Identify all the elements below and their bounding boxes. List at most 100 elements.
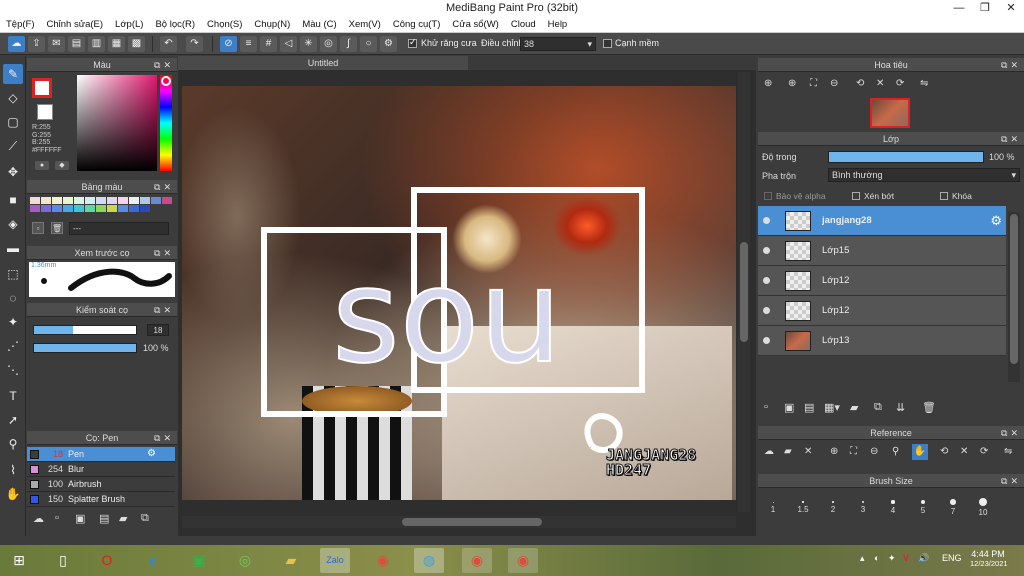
menu-window[interactable]: Cửa sổ(W) — [446, 17, 504, 32]
rotate-left-icon[interactable]: ⟲ — [940, 446, 948, 457]
palette-swatch[interactable] — [85, 197, 95, 204]
menu-tools[interactable]: Công cụ(T) — [387, 17, 447, 32]
panel-controls-icon[interactable]: ⧉✕ — [154, 246, 174, 260]
smooth-checkbox[interactable] — [603, 39, 612, 48]
gear-icon[interactable]: ⚙ — [990, 213, 1002, 229]
eyedropper-icon[interactable]: ⚲ — [892, 446, 899, 457]
dropper-tool-icon[interactable]: ⌇ — [3, 460, 23, 480]
foreground-color-swatch[interactable] — [32, 78, 52, 98]
panel-controls-icon[interactable]: ⧉✕ — [154, 58, 174, 72]
palette-swatches[interactable] — [30, 197, 175, 213]
brush-list-item[interactable]: 150 Splatter Brush — [27, 492, 175, 507]
vanish-snap-icon[interactable]: ◁ — [280, 36, 297, 52]
panel-controls-icon[interactable]: ⧉✕ — [154, 303, 174, 317]
menu-color[interactable]: Màu (C) — [296, 17, 342, 32]
vertical-scrollbar[interactable] — [738, 72, 750, 512]
document-icon[interactable]: ▥ — [88, 36, 105, 52]
tray-network-icon[interactable]: ✦ — [888, 553, 896, 564]
document-tab[interactable]: Untitled — [178, 56, 468, 70]
new-palette-icon[interactable]: ▫ — [32, 222, 44, 234]
antialias-checkbox[interactable] — [408, 37, 417, 48]
brush-size-option[interactable]: 2 — [818, 494, 848, 514]
menu-cloud[interactable]: Cloud — [505, 17, 542, 32]
duplicate-brush-icon[interactable]: ⧉ — [141, 512, 149, 525]
menu-edit[interactable]: Chỉnh sửa(E) — [41, 17, 110, 32]
zoom-out-icon[interactable]: ⊖ — [870, 446, 878, 457]
comment-icon[interactable]: ✉ — [48, 36, 65, 52]
text-tool-icon[interactable]: T — [3, 386, 23, 406]
panel-controls-icon[interactable]: ⧉✕ — [1001, 58, 1021, 72]
fill-rect-tool-icon[interactable]: ■ — [3, 190, 23, 210]
clipping-checkbox[interactable] — [852, 192, 860, 200]
palette-swatch[interactable] — [74, 197, 84, 204]
zoom-fit-icon[interactable]: ⊕ — [764, 78, 772, 89]
palette-swatch[interactable] — [30, 197, 40, 204]
medibang-icon[interactable]: ◍ — [414, 548, 444, 573]
close-reference-icon[interactable]: ✕ — [804, 446, 812, 457]
panel-controls-icon[interactable]: ⧉✕ — [1001, 426, 1021, 440]
palette-swatch[interactable] — [52, 197, 62, 204]
saturation-picker[interactable] — [77, 75, 157, 171]
palette-swatch[interactable] — [129, 197, 139, 204]
palette-swatch[interactable] — [118, 205, 128, 212]
blend-mode-select[interactable]: Bình thường ▾ — [828, 168, 1020, 182]
menu-view[interactable]: Xem(V) — [343, 17, 387, 32]
brush-size-option[interactable]: 1.5 — [788, 494, 818, 514]
opera-icon[interactable]: O — [92, 548, 122, 573]
lasso-tool-icon[interactable]: ◌ — [3, 288, 23, 308]
palette-swatch[interactable] — [52, 205, 62, 212]
brush-size-slider[interactable] — [33, 325, 137, 335]
hand-icon[interactable]: ✋ — [912, 444, 928, 460]
radial-snap-icon[interactable]: ✳ — [300, 36, 317, 52]
cloud-brush-icon[interactable]: ☁ — [33, 512, 44, 525]
palette-swatch[interactable] — [129, 205, 139, 212]
reset-view-icon[interactable]: ✕ — [876, 78, 884, 89]
chrome-icon[interactable]: ◉ — [368, 548, 398, 573]
visibility-eye-icon[interactable] — [763, 337, 770, 344]
protect-alpha-checkbox[interactable] — [764, 192, 772, 200]
panel-controls-icon[interactable]: ⧉✕ — [1001, 474, 1021, 488]
new-layer-icon[interactable]: ▫ — [764, 401, 768, 413]
horizontal-scroll-thumb[interactable] — [402, 518, 542, 526]
zoom-in-icon[interactable]: ⊕ — [788, 78, 796, 89]
file-icon[interactable]: ▯ — [48, 548, 78, 573]
menu-capture[interactable]: Chụp(N) — [248, 17, 296, 32]
chrome-profile-icon[interactable]: ◉ — [462, 548, 492, 573]
app-icon[interactable]: ◎ — [230, 548, 260, 573]
layer-row[interactable]: Lớp12 — [758, 266, 1006, 296]
delete-layer-icon[interactable]: 🗑 — [922, 401, 936, 414]
panel-controls-icon[interactable]: ⧉✕ — [154, 431, 174, 445]
settings-icon[interactable]: ⚙ — [380, 36, 397, 52]
gear-icon[interactable]: ⚙ — [147, 448, 156, 459]
brush-size-option[interactable]: 1 — [758, 494, 788, 514]
zoom-in-icon[interactable]: ⊕ — [830, 446, 838, 457]
folder-icon[interactable]: ▰ — [119, 512, 127, 525]
menu-help[interactable]: Help — [542, 17, 574, 32]
palette-swatch[interactable] — [140, 197, 150, 204]
visibility-eye-icon[interactable] — [763, 307, 770, 314]
magic-wand-tool-icon[interactable]: ✦ — [3, 312, 23, 332]
visibility-eye-icon[interactable] — [763, 247, 770, 254]
hue-handle[interactable] — [161, 76, 171, 86]
visibility-eye-icon[interactable] — [763, 217, 770, 224]
tray-overflow-icon[interactable]: ▴ — [860, 553, 865, 564]
rotate-right-icon[interactable]: ⟳ — [980, 446, 988, 457]
menu-file[interactable]: Tệp(F) — [0, 17, 41, 32]
tray-app-icon[interactable]: ◐ — [874, 553, 879, 563]
rotate-left-icon[interactable]: ⟲ — [856, 78, 864, 89]
select-pen-tool-icon[interactable]: ⋰ — [3, 336, 23, 356]
circle-snap-icon[interactable]: ◎ — [320, 36, 337, 52]
fit-window-icon[interactable]: ⛶ — [810, 78, 817, 89]
reset-view-icon[interactable]: ✕ — [960, 446, 968, 457]
horizontal-scrollbar[interactable] — [182, 516, 736, 528]
cross-snap-icon[interactable]: # — [260, 36, 277, 52]
delete-palette-icon[interactable]: 🗑 — [51, 222, 63, 234]
zalo-icon[interactable]: Zalo — [320, 548, 350, 573]
file-explorer-icon[interactable]: ▰ — [276, 548, 306, 573]
navigator-thumbnail[interactable] — [870, 98, 910, 128]
snap-off-icon[interactable]: ⊘ — [220, 36, 237, 52]
reset-color-icon[interactable]: ◆ — [55, 161, 69, 170]
menu-select[interactable]: Chọn(S) — [201, 17, 248, 32]
new-raster-icon[interactable]: ▣ — [784, 401, 794, 414]
parallel-snap-icon[interactable]: ≡ — [240, 36, 257, 52]
